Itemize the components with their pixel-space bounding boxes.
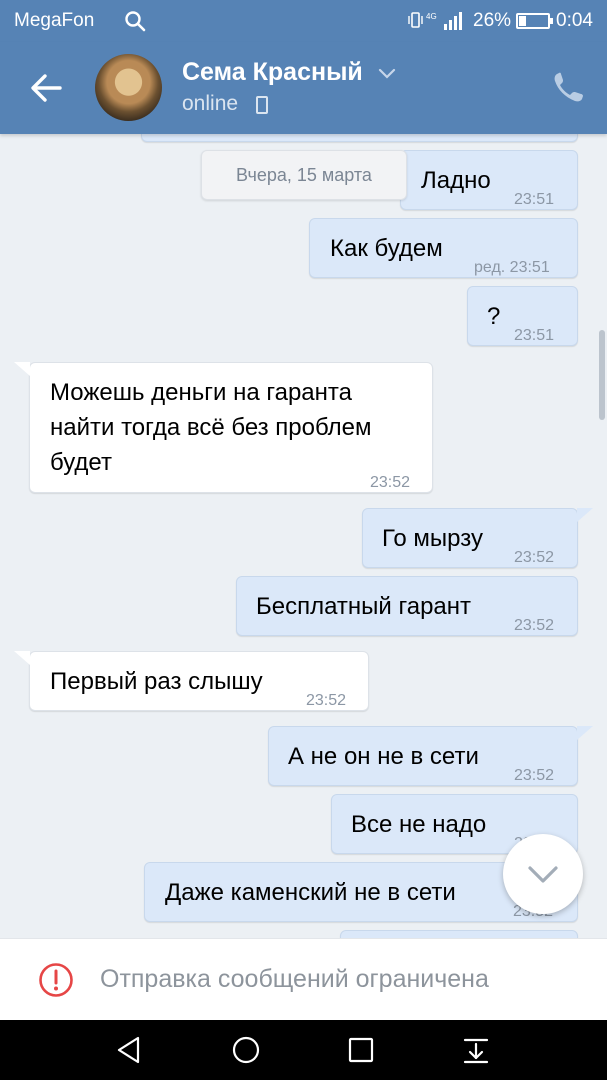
message-list[interactable]: Вчера, 15 марта Ладно 23:51 Как будем ре… <box>0 134 607 938</box>
mobile-icon <box>256 96 268 114</box>
scroll-down-button[interactable] <box>503 834 583 914</box>
message-bubble[interactable]: Го мырзу 23:52 <box>362 508 578 568</box>
notifications-down-icon[interactable] <box>460 1034 492 1066</box>
contact-name[interactable]: Сема Красный <box>182 58 363 87</box>
message-bubble-partial[interactable] <box>141 134 578 142</box>
message-text: А не он не в сети <box>288 743 479 770</box>
message-bubble[interactable]: Бесплатный гарант 23:52 <box>236 576 578 636</box>
search-icon <box>125 11 146 32</box>
message-time: 23:52 <box>370 474 411 491</box>
message-text: Как будем <box>330 235 443 262</box>
message-time: 23:52 <box>514 549 555 566</box>
message-time: 23:52 <box>306 692 347 709</box>
message-text: Первый раз слышу <box>50 668 263 695</box>
message-text: Ладно <box>421 167 491 194</box>
date-separator: Вчера, 15 марта <box>201 150 407 200</box>
message-time: 23:52 <box>514 767 555 784</box>
message-time: 23:52 <box>514 617 555 634</box>
message-text: Го мырзу <box>382 525 483 552</box>
avatar[interactable] <box>95 54 162 121</box>
battery-percent: 26% <box>473 10 512 31</box>
warning-icon <box>39 963 73 997</box>
clock: 0:04 <box>556 10 593 31</box>
message-time: 23:51 <box>514 327 555 344</box>
message-bubble-partial[interactable] <box>340 930 578 938</box>
phone-icon[interactable] <box>548 70 588 106</box>
system-nav-bar <box>0 1020 607 1080</box>
messaging-restricted-bar: Отправка сообщений ограничена <box>0 938 607 1020</box>
bubble-tail <box>577 726 593 740</box>
message-bubble[interactable]: Первый раз слышу 23:52 <box>29 651 369 711</box>
message-bubble[interactable]: Можешь деньги на гаранта найти тогда всё… <box>29 362 433 493</box>
status-bar: MegaFon 4G 26% 0:04 <box>0 0 607 42</box>
signal-icon: 4G <box>408 12 462 30</box>
back-arrow-icon[interactable] <box>26 68 66 108</box>
scrollbar[interactable] <box>599 330 605 420</box>
message-bubble[interactable]: А не он не в сети 23:52 <box>268 726 578 786</box>
message-bubble[interactable]: ? 23:51 <box>467 286 578 346</box>
message-text: ? <box>487 303 501 330</box>
bubble-tail <box>577 508 593 522</box>
message-text: Даже каменский не в сети <box>165 879 456 906</box>
chevron-down-icon <box>528 866 558 883</box>
chevron-down-icon[interactable] <box>378 68 396 80</box>
home-circle-icon[interactable] <box>230 1034 262 1066</box>
recents-square-icon[interactable] <box>345 1034 377 1066</box>
network-type: 4G <box>426 12 437 21</box>
bubble-tail <box>14 651 30 665</box>
restriction-text: Отправка сообщений ограничена <box>100 965 489 993</box>
message-bubble[interactable]: Как будем ред. 23:51 <box>309 218 578 278</box>
battery-icon <box>516 13 553 29</box>
message-bubble[interactable]: Ладно 23:51 <box>400 150 578 210</box>
chat-header: Сема Красный online <box>0 42 607 134</box>
message-text: Все не надо <box>351 811 487 838</box>
message-text: Бесплатный гарант <box>256 593 472 620</box>
back-triangle-icon[interactable] <box>114 1034 146 1066</box>
message-time: ред. 23:51 <box>474 259 550 276</box>
message-time: 23:51 <box>514 191 555 208</box>
contact-status: online <box>182 92 239 115</box>
carrier-name: MegaFon <box>14 10 95 31</box>
bubble-tail <box>14 362 30 376</box>
